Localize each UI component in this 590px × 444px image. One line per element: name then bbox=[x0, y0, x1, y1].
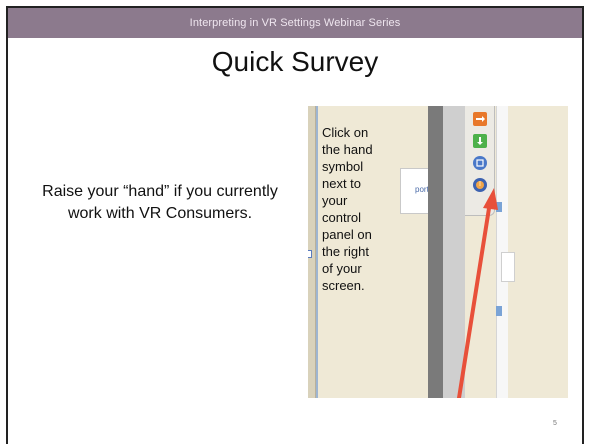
slide-title: Quick Survey bbox=[211, 46, 379, 77]
survey-prompt: Raise your “hand” if you currently work … bbox=[42, 183, 278, 222]
slide: Interpreting in VR Settings Webinar Seri… bbox=[0, 0, 590, 444]
pointer-arrow-icon bbox=[457, 188, 498, 398]
page-number: 5 bbox=[553, 420, 557, 427]
embedded-screenshot: Click on the hand symbol next to your co… bbox=[308, 106, 568, 398]
header-band: Interpreting in VR Settings Webinar Seri… bbox=[8, 8, 582, 38]
series-title: Interpreting in VR Settings Webinar Seri… bbox=[189, 17, 401, 29]
